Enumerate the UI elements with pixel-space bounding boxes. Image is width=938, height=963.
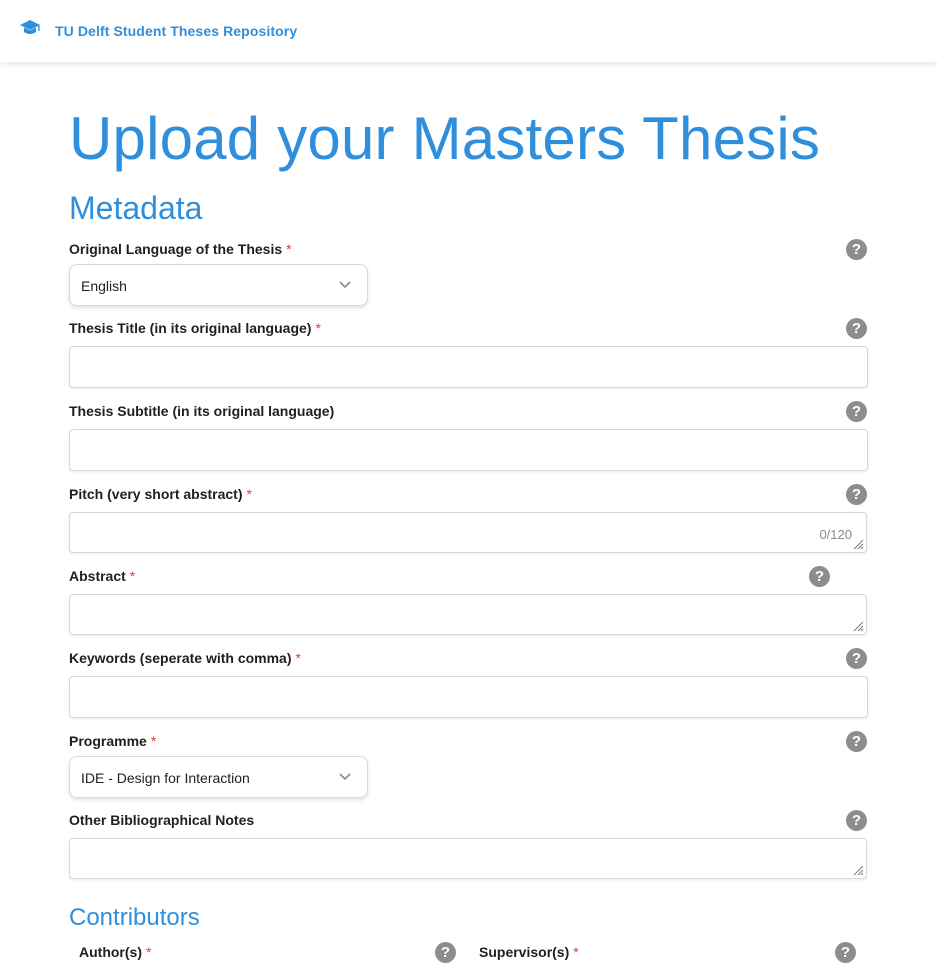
title-label: Thesis Title (in its original language) * [69,320,321,336]
keywords-input[interactable] [69,676,868,718]
programme-label: Programme * [69,733,156,749]
pitch-label: Pitch (very short abstract) * [69,486,252,502]
required-asterisk: * [129,568,136,584]
required-asterisk: * [573,944,579,960]
chevron-down-icon [339,281,351,289]
resize-handle-icon[interactable] [852,864,864,876]
notes-label-text: Other Bibliographical Notes [69,812,255,828]
resize-handle-icon[interactable] [852,538,864,550]
app-title: TU Delft Student Theses Repository [55,22,298,39]
programme-select-value: IDE - Design for Interaction [81,770,250,786]
brand-link[interactable]: TU Delft Student Theses Repository [19,19,297,42]
pitch-label-text: Pitch (very short abstract) [69,486,243,502]
language-label-text: Original Language of the Thesis [69,241,283,257]
language-help-icon[interactable]: ? [846,239,867,260]
supervisors-help-icon[interactable]: ? [835,942,856,963]
abstract-help-icon[interactable]: ? [809,566,830,587]
subtitle-label-text: Thesis Subtitle (in its original languag… [69,403,335,419]
authors-help-icon[interactable]: ? [435,942,456,963]
keywords-label-text: Keywords (seperate with comma) [69,650,292,666]
resize-handle-icon[interactable] [852,620,864,632]
thesis-subtitle-input[interactable] [69,429,868,471]
subtitle-help-icon[interactable]: ? [846,401,867,422]
abstract-label-text: Abstract [69,568,126,584]
supervisors-label-text: Supervisor(s) [479,944,570,960]
page-title: Upload your Masters Thesis [69,105,821,172]
programme-label-text: Programme [69,733,147,749]
language-select-value: English [81,278,127,294]
authors-label: Author(s) * [79,944,151,960]
thesis-title-input[interactable] [69,346,868,388]
language-label: Original Language of the Thesis * [69,241,292,257]
contributors-section-title: Contributors [69,904,200,931]
required-asterisk: * [246,486,252,502]
required-asterisk: * [295,650,301,666]
keywords-help-icon[interactable]: ? [846,648,867,669]
notes-help-icon[interactable]: ? [846,810,867,831]
subtitle-label: Thesis Subtitle (in its original languag… [69,403,334,419]
authors-label-text: Author(s) [79,944,142,960]
graduation-cap-icon [19,19,41,42]
abstract-label: Abstract * [69,568,135,584]
bibliographical-notes-textarea[interactable] [69,838,867,879]
required-asterisk: * [150,733,157,749]
title-help-icon[interactable]: ? [846,318,867,339]
programme-select[interactable]: IDE - Design for Interaction [69,756,368,798]
supervisors-label: Supervisor(s) * [479,944,579,960]
language-select[interactable]: English [69,264,368,306]
top-navbar: TU Delft Student Theses Repository [0,0,938,62]
programme-help-icon[interactable]: ? [846,731,867,752]
pitch-help-icon[interactable]: ? [846,484,867,505]
required-asterisk: * [146,944,152,960]
required-asterisk: * [286,241,292,257]
metadata-section-title: Metadata [69,190,203,226]
abstract-textarea[interactable] [69,594,867,635]
notes-label: Other Bibliographical Notes [69,812,254,828]
title-label-text: Thesis Title (in its original language) [69,320,312,336]
required-asterisk: * [315,320,321,336]
pitch-character-counter: 0/120 [819,527,852,542]
chevron-down-icon [339,773,351,781]
pitch-textarea[interactable]: 0/120 [69,512,867,553]
keywords-label: Keywords (seperate with comma) * [69,650,301,666]
